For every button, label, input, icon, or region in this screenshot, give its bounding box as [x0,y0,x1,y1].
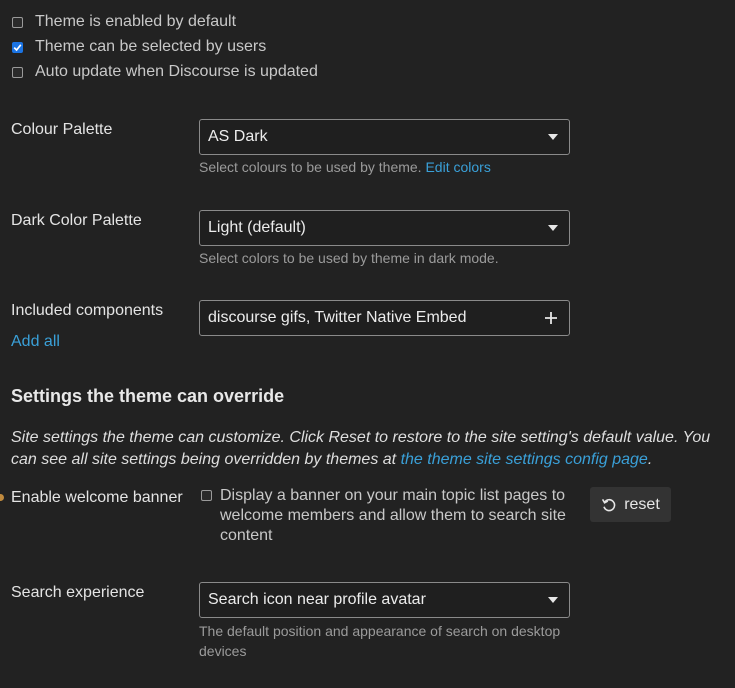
components-value: discourse gifs, Twitter Native Embed [208,309,467,326]
colour-palette-label: Colour Palette [11,121,113,138]
selectable-by-users-label: Theme can be selected by users [35,38,267,55]
search-experience-value: Search icon near profile avatar [208,591,426,608]
edit-colors-link[interactable]: Edit colors [425,159,490,175]
search-experience-select[interactable]: Search icon near profile avatar [199,582,570,618]
caret-down-icon [548,225,558,231]
colour-palette-select[interactable]: AS Dark [199,119,570,155]
add-all-link[interactable]: Add all [11,333,60,351]
enabled-by-default-label: Theme is enabled by default [35,13,237,30]
overrides-section-desc: Site settings the theme can customize. C… [11,427,726,471]
dark-palette-help: Select colors to be used by theme in dar… [199,250,499,266]
caret-down-icon [548,134,558,140]
welcome-banner-description: Display a banner on your main topic list… [220,487,566,544]
enabled-by-default-checkbox[interactable] [12,16,23,28]
dark-palette-label: Dark Color Palette [11,212,142,229]
search-experience-label: Search experience [11,584,145,601]
welcome-banner-label: Enable welcome banner [11,489,183,506]
colour-palette-help: Select colours to be used by theme. Edit… [199,157,491,177]
auto-update-label: Auto update when Discourse is updated [35,63,318,80]
enabled-by-default-row[interactable]: Theme is enabled by default [12,12,236,32]
undo-icon [602,498,616,511]
modified-indicator-dot [0,494,4,501]
check-icon [13,43,22,51]
colour-palette-value: AS Dark [208,128,268,145]
plus-icon[interactable] [543,310,559,326]
components-select[interactable]: discourse gifs, Twitter Native Embed [199,300,570,336]
dark-palette-value: Light (default) [208,219,306,236]
caret-down-icon [548,597,558,603]
overrides-section-title: Settings the theme can override [11,386,285,406]
overrides-desc-end: . [647,451,653,468]
search-experience-help: The default position and appearance of s… [199,623,561,659]
reset-label: reset [624,495,660,513]
colour-palette-help-text: Select colours to be used by theme. [199,159,422,175]
components-label: Included components [11,302,164,319]
reset-button[interactable]: reset [590,487,671,522]
selectable-by-users-row[interactable]: Theme can be selected by users [12,37,266,57]
selectable-by-users-checkbox[interactable] [12,41,23,53]
auto-update-checkbox[interactable] [12,66,23,78]
theme-settings-page: Theme is enabled by default Theme can be… [0,0,735,688]
theme-site-settings-link[interactable]: the theme site settings config page [401,451,648,468]
auto-update-row[interactable]: Auto update when Discourse is updated [12,62,318,82]
welcome-banner-checkbox[interactable] [201,490,212,501]
dark-palette-select[interactable]: Light (default) [199,210,570,246]
